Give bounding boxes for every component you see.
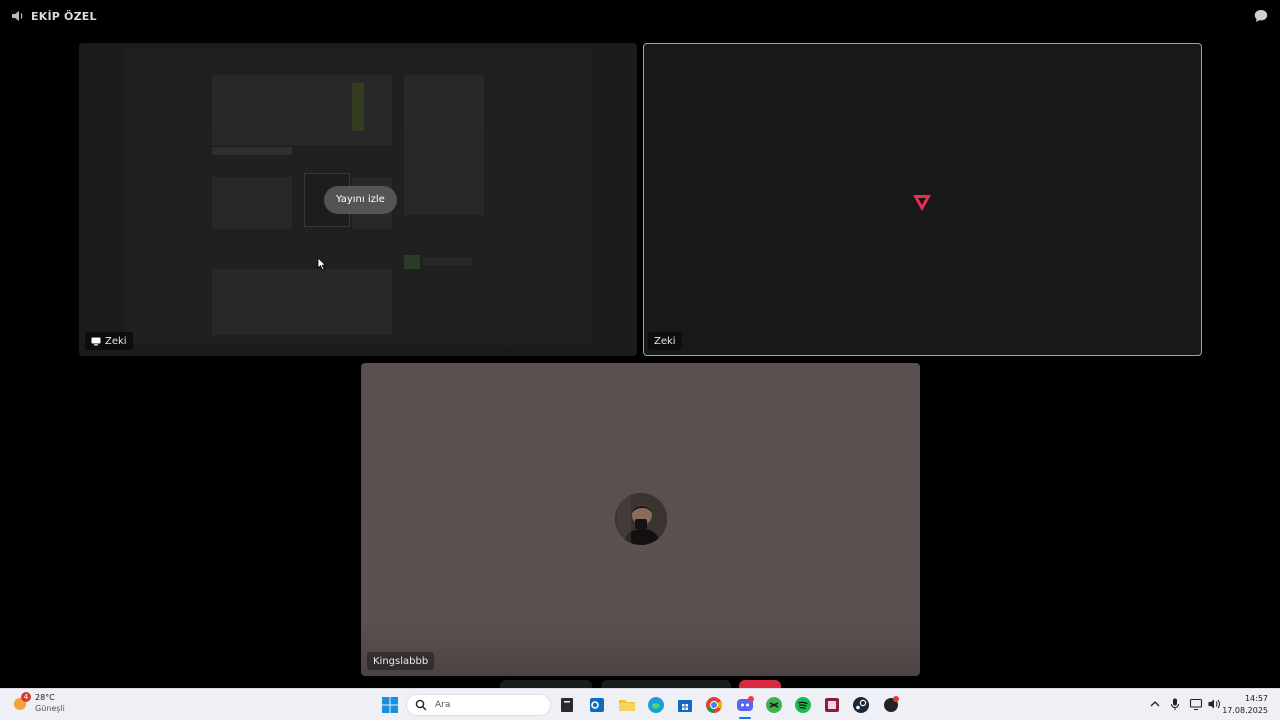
game-icon[interactable]: [881, 695, 901, 715]
file-icon[interactable]: [557, 695, 577, 715]
active-app-indicator: [739, 717, 751, 719]
chat-bubble-icon[interactable]: [1253, 8, 1269, 24]
volume-icon[interactable]: [1207, 697, 1221, 711]
microphone-icon[interactable]: [1168, 697, 1182, 711]
chevron-up-icon[interactable]: [1148, 697, 1162, 711]
windows-taskbar: 4 28°C Güneşli Ara 14:57 17.08.2025: [0, 688, 1280, 720]
discord-icon[interactable]: [735, 695, 755, 715]
discord-call-window: EKİP ÖZEL Yayını izle Zeki Zeki Kingslab…: [0, 0, 1280, 720]
search-icon: [415, 699, 427, 711]
notification-badge: 4: [21, 692, 31, 702]
weather-temperature: 28°C: [35, 693, 55, 702]
edge-icon[interactable]: [646, 695, 666, 715]
weather-condition: Güneşli: [35, 704, 65, 713]
search-input[interactable]: [435, 700, 545, 710]
participant-name-tag: Kingslabbb: [367, 652, 435, 670]
clock-date: 17.08.2025: [1222, 706, 1268, 715]
stream-tile[interactable]: Yayını izle Zeki: [79, 43, 637, 356]
system-clock[interactable]: 14:57 17.08.2025: [1222, 693, 1268, 717]
xbox-app-icon[interactable]: [764, 695, 784, 715]
spotify-icon[interactable]: [793, 695, 813, 715]
valorant-icon: [913, 195, 931, 211]
participant-tile-speaking[interactable]: Zeki: [643, 43, 1202, 356]
screen-share-icon: [91, 337, 101, 345]
participant-name: Kingslabbb: [373, 655, 429, 667]
mouse-cursor-icon: [317, 257, 326, 271]
watch-stream-button[interactable]: Yayını izle: [324, 186, 397, 214]
weather-widget[interactable]: 4 28°C Güneşli: [12, 692, 65, 714]
outlook-icon[interactable]: [587, 695, 607, 715]
participant-name: Zeki: [105, 335, 127, 347]
steam-icon[interactable]: [851, 695, 871, 715]
channel-title[interactable]: EKİP ÖZEL: [11, 9, 97, 23]
participant-tile[interactable]: Kingslabbb: [361, 363, 920, 676]
channel-name: EKİP ÖZEL: [31, 9, 97, 23]
participant-name-tag: Zeki: [85, 332, 133, 350]
explorer-icon[interactable]: [617, 695, 637, 715]
speaker-icon: [12, 11, 23, 21]
store-icon[interactable]: [675, 695, 695, 715]
clock-time: 14:57: [1244, 694, 1268, 703]
call-header: EKİP ÖZEL: [0, 0, 1280, 32]
taskbar-search[interactable]: [406, 694, 551, 716]
start-icon[interactable]: [380, 695, 400, 715]
app-icon[interactable]: [822, 695, 842, 715]
sun-icon: 4: [12, 692, 31, 712]
participant-name-tag: Zeki: [648, 332, 682, 350]
avatar: [615, 493, 667, 545]
network-icon[interactable]: [1189, 697, 1203, 711]
chrome-icon[interactable]: [704, 695, 724, 715]
participant-name: Zeki: [654, 335, 676, 347]
